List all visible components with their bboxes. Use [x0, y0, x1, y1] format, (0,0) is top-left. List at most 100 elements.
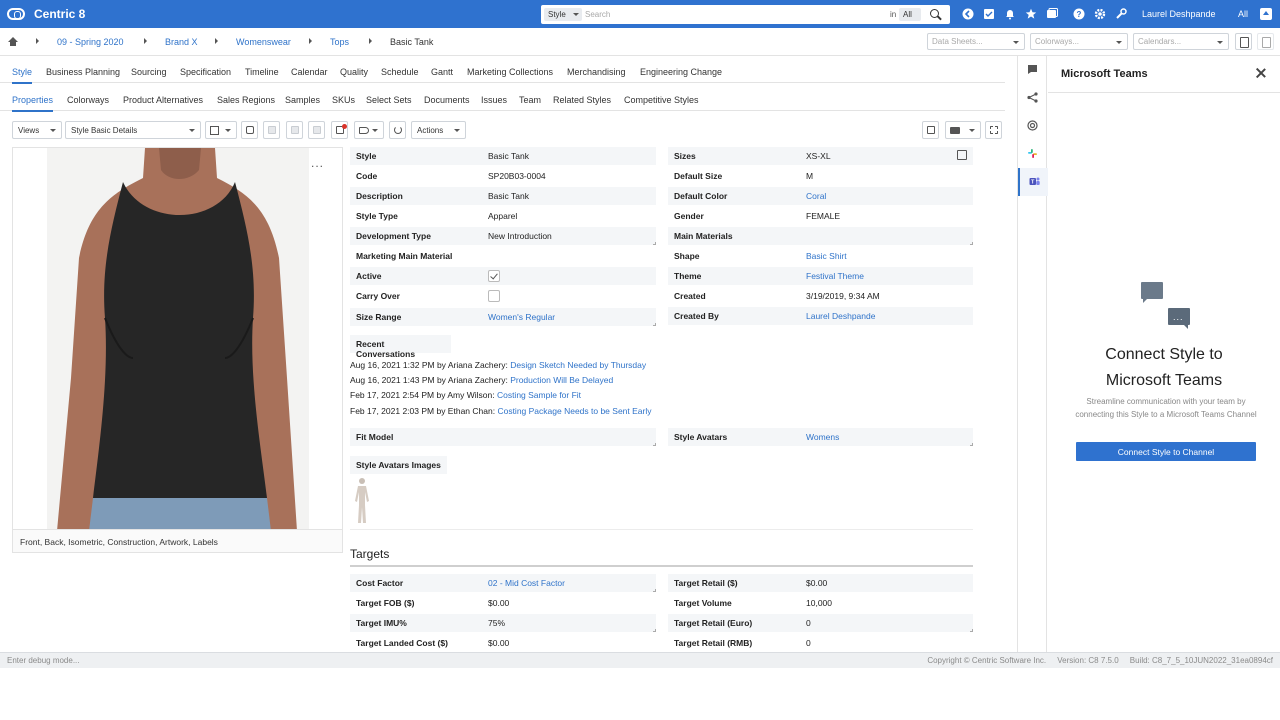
back-icon[interactable] [962, 8, 974, 20]
search-icon[interactable] [927, 7, 943, 22]
prop-value[interactable]: Apparel [488, 211, 517, 221]
tab-gantt[interactable]: Gantt [431, 67, 453, 77]
camera-icon[interactable] [241, 121, 258, 139]
badge-notification-icon[interactable] [331, 121, 348, 139]
tab-quality[interactable]: Quality [340, 67, 368, 77]
prop-value-link[interactable]: Laurel Deshpande [806, 311, 875, 321]
home-icon[interactable] [8, 37, 18, 46]
tab-merchandising[interactable]: Merchandising [567, 67, 626, 77]
user-name[interactable]: Laurel Deshpande [1142, 9, 1216, 19]
data-sheets-select[interactable]: Data Sheets... [927, 33, 1025, 50]
tab-documents[interactable]: Documents [424, 95, 470, 105]
tab-select-sets[interactable]: Select Sets [366, 95, 412, 105]
gear-icon[interactable] [1094, 8, 1106, 20]
tab-sales-regions[interactable]: Sales Regions [217, 95, 275, 105]
conversation-link[interactable]: Production Will Be Delayed [510, 375, 613, 385]
image-caption[interactable]: Front, Back, Isometric, Construction, Ar… [13, 529, 342, 552]
tab-style[interactable]: Style [12, 67, 33, 84]
debug-mode-link[interactable]: Enter debug mode... [7, 656, 80, 665]
prop-value[interactable]: Basic Tank [488, 151, 529, 161]
settings-disabled-icon[interactable] [1257, 33, 1274, 50]
active-checkbox[interactable] [488, 270, 500, 282]
prop-value-link[interactable]: Basic Shirt [806, 251, 847, 261]
prop-value-link[interactable]: Coral [806, 191, 826, 201]
prop-value[interactable]: XS-XL [806, 151, 831, 161]
layout-menu-button[interactable] [205, 121, 237, 139]
fullscreen-icon[interactable] [985, 121, 1002, 139]
app-title[interactable]: Centric 8 [34, 7, 85, 21]
help-icon[interactable]: ? [1073, 8, 1085, 20]
prop-value[interactable]: $0.00 [806, 578, 827, 588]
tag-menu-button[interactable] [354, 121, 384, 139]
prop-value-link[interactable]: Womens [806, 432, 839, 442]
prop-value[interactable]: New Introduction [488, 231, 552, 241]
tab-specification[interactable]: Specification [180, 67, 231, 77]
tab-sourcing[interactable]: Sourcing [131, 67, 167, 77]
prop-value[interactable]: FEMALE [806, 211, 840, 221]
avatar-thumbnail[interactable] [352, 477, 372, 525]
tab-issues[interactable]: Issues [481, 95, 507, 105]
tab-related-styles[interactable]: Related Styles [553, 95, 611, 105]
paste-icon[interactable] [308, 121, 325, 139]
tab-schedule[interactable]: Schedule [381, 67, 419, 77]
carry-over-checkbox[interactable] [488, 290, 500, 302]
tab-properties[interactable]: Properties [12, 95, 54, 112]
prop-value[interactable]: 0 [806, 638, 811, 648]
search-type-select[interactable]: Style [544, 8, 582, 21]
tab-engineering-change[interactable]: Engineering Change [640, 67, 722, 77]
prop-value[interactable]: SP20B03-0004 [488, 171, 546, 181]
image-more-menu[interactable]: ... [311, 156, 324, 170]
prop-value[interactable]: M [806, 171, 813, 181]
user-scope[interactable]: All [1238, 9, 1248, 19]
image-edit-icon[interactable] [263, 121, 280, 139]
external-link-icon[interactable] [957, 150, 967, 160]
tab-calendar[interactable]: Calendar [291, 67, 328, 77]
breadcrumb-department[interactable]: Womenswear [236, 37, 291, 47]
checklist-icon[interactable] [983, 8, 995, 20]
star-icon[interactable] [1025, 8, 1037, 20]
search-input[interactable] [585, 8, 875, 21]
view-select[interactable]: Style Basic Details [65, 121, 201, 139]
prop-value[interactable]: 0 [806, 618, 811, 628]
prop-value-link[interactable]: Women's Regular [488, 312, 555, 322]
breadcrumb-season[interactable]: 09 - Spring 2020 [57, 37, 124, 47]
copy-icon[interactable] [286, 121, 303, 139]
actions-button[interactable]: Actions [411, 121, 466, 139]
conversation-link[interactable]: Costing Sample for Fit [497, 390, 581, 400]
breadcrumb-brand[interactable]: Brand X [165, 37, 198, 47]
prop-value-link[interactable]: 02 - Mid Cost Factor [488, 578, 565, 588]
prop-value[interactable]: $0.00 [488, 638, 509, 648]
tab-colorways[interactable]: Colorways [67, 95, 109, 105]
rail-comments[interactable] [1018, 56, 1048, 84]
breadcrumb-collection[interactable]: Tops [330, 37, 349, 47]
prop-value[interactable]: 10,000 [806, 598, 832, 608]
tab-timeline[interactable]: Timeline [245, 67, 279, 77]
tab-competitive-styles[interactable]: Competitive Styles [624, 95, 699, 105]
gallery-icon[interactable] [1046, 8, 1058, 20]
style-image[interactable] [47, 148, 309, 531]
tab-product-alternatives[interactable]: Product Alternatives [123, 95, 203, 105]
chevron-up-icon[interactable] [1260, 8, 1272, 20]
prop-value[interactable]: 75% [488, 618, 505, 628]
conversation-link[interactable]: Costing Package Needs to be Sent Early [497, 406, 651, 416]
prop-value[interactable]: $0.00 [488, 598, 509, 608]
prop-value-link[interactable]: Festival Theme [806, 271, 864, 281]
conversation-link[interactable]: Design Sketch Needed by Thursday [510, 360, 646, 370]
clipboard-icon[interactable] [1235, 33, 1252, 50]
views-button[interactable]: Views [12, 121, 62, 139]
close-icon[interactable] [1255, 67, 1267, 79]
bell-icon[interactable] [1004, 8, 1016, 20]
rail-share[interactable] [1018, 84, 1048, 112]
connect-style-to-channel-button[interactable]: Connect Style to Channel [1076, 442, 1256, 461]
centric-logo-icon[interactable] [7, 8, 25, 20]
tab-business-planning[interactable]: Business Planning [46, 67, 120, 77]
pdf-icon[interactable] [922, 121, 939, 139]
print-menu-button[interactable] [945, 121, 981, 139]
tab-marketing-collections[interactable]: Marketing Collections [467, 67, 553, 77]
rail-microsoft-teams[interactable]: T [1018, 168, 1048, 196]
colorways-select[interactable]: Colorways... [1030, 33, 1128, 50]
rail-target[interactable] [1018, 112, 1048, 140]
tab-samples[interactable]: Samples [285, 95, 320, 105]
wrench-icon[interactable] [1115, 8, 1127, 20]
calendars-select[interactable]: Calendars... [1133, 33, 1229, 50]
